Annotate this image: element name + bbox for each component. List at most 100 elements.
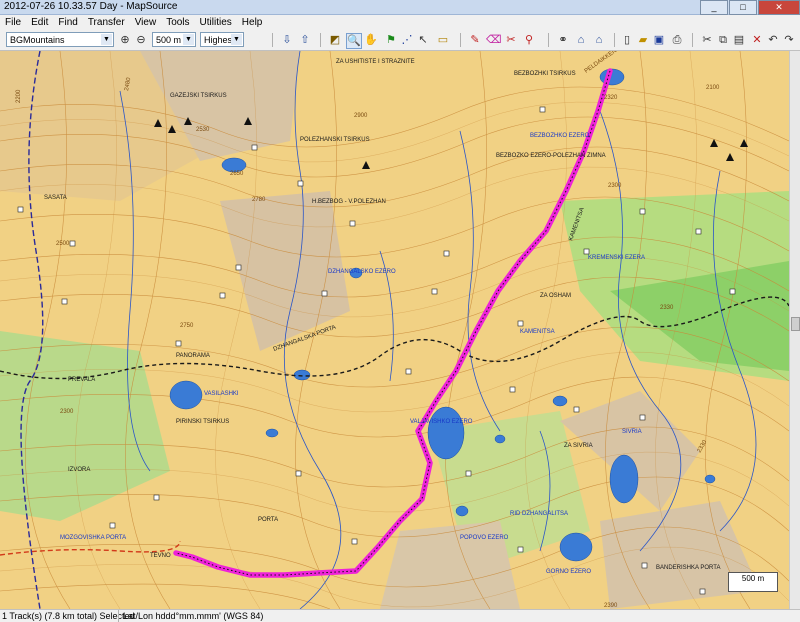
chevron-down-icon: ▼ — [231, 34, 242, 45]
zoom-select-value: 500 m — [156, 35, 182, 45]
place-label: BANDERISHKA PORTA — [656, 565, 720, 571]
toolbar-separator — [692, 33, 693, 47]
paste-icon[interactable]: ▤ — [732, 33, 746, 47]
spot-height: 2780 — [252, 197, 266, 203]
menu-help[interactable]: Help — [237, 15, 268, 30]
map-scrollbar[interactable] — [789, 51, 800, 609]
toolbar-separator — [460, 33, 461, 47]
title-bar: 2012-07-26 10.33.57 Day - MapSource _ □ … — [0, 0, 800, 15]
menu-utilities[interactable]: Utilities — [195, 15, 237, 30]
spot-height: 2320 — [604, 95, 618, 101]
undo-icon[interactable]: ↶ — [766, 33, 780, 47]
menu-edit[interactable]: Edit — [26, 15, 53, 30]
zoom-out-icon[interactable]: ⊖ — [134, 33, 148, 47]
selection-tool-icon[interactable]: ↖ — [416, 33, 430, 47]
detail-select-value: Highest — [204, 35, 235, 45]
place-label: TEVNO — [150, 553, 171, 559]
find-nearest-icon[interactable]: ⌂ — [574, 33, 588, 47]
route-divide-icon[interactable]: ✂ — [504, 33, 518, 47]
topo-map: 2320 2100 2530 2650 2780 2300 2500 2300 … — [0, 51, 789, 609]
place-label: BEZBOZKO EZERO-POLEZHAN ZIMNA — [496, 153, 606, 159]
toolbar: BGMountains ▼ ⊕ ⊖ 500 m ▼ Highest ▼ ⇩ ⇧ … — [0, 30, 800, 51]
zoom-select[interactable]: 500 m ▼ — [152, 32, 196, 47]
place-label: PIRINSKI TSIRKUS — [176, 419, 229, 425]
peak-label: 2900 — [354, 113, 368, 119]
place-label: ZA USHITISTE I STRAZNITE — [336, 59, 415, 65]
window-controls: _ □ ✕ — [699, 0, 800, 15]
hand-tool-icon[interactable]: ✋ — [364, 33, 378, 47]
map-tool-icon[interactable]: ◩ — [328, 33, 342, 47]
place-label: PORTA — [258, 517, 278, 523]
detail-select[interactable]: Highest ▼ — [200, 32, 244, 47]
zoom-tool-icon[interactable]: 🔍 — [346, 33, 362, 49]
spot-height: 2300 — [60, 409, 74, 415]
track-draw-icon[interactable]: ✎ — [468, 33, 482, 47]
lake-label: POPOVO EZERO — [460, 535, 509, 541]
lake-label: KAMENITSA — [520, 329, 555, 335]
spot-height: 2100 — [706, 85, 720, 91]
place-label: ZA OSHAM — [540, 293, 571, 299]
lake-label: RID DZHANGALITSA — [510, 511, 568, 517]
menu-tools[interactable]: Tools — [161, 15, 194, 30]
eraser-icon[interactable]: ⌫ — [486, 33, 502, 47]
menu-find[interactable]: Find — [53, 15, 82, 30]
product-select[interactable]: BGMountains ▼ — [6, 32, 114, 47]
spot-height: 2330 — [660, 305, 674, 311]
lake-label: VASILASHKI — [204, 391, 239, 397]
find-icon[interactable]: ⚭ — [556, 33, 570, 47]
toolbar-separator — [272, 33, 273, 47]
distance-tool-icon[interactable]: ▭ — [436, 33, 450, 47]
copy-icon[interactable]: ⧉ — [716, 33, 730, 47]
scrollbar-thumb[interactable] — [791, 317, 800, 331]
place-label: PREVALA — [68, 377, 95, 383]
redo-icon[interactable]: ↷ — [782, 33, 796, 47]
spot-height: 2300 — [608, 183, 622, 189]
selection-status: 1 Track(s) (7.8 km total) Selected — [2, 611, 135, 621]
new-file-icon[interactable]: ▯ — [620, 33, 634, 47]
lake-label: GORNO EZERO — [546, 569, 591, 575]
peak-label: 2200 — [16, 89, 22, 103]
menu-file[interactable]: File — [0, 15, 26, 30]
send-to-device-icon[interactable]: ⇧ — [298, 33, 312, 47]
lake-label: VALJAVISHKO EZERO — [410, 419, 473, 425]
zoom-in-icon[interactable]: ⊕ — [118, 33, 132, 47]
toolbar-separator — [320, 33, 321, 47]
route-tool-icon[interactable]: ⋰ — [400, 33, 414, 47]
lake-label: SIVRIA — [622, 429, 642, 435]
spot-height: 2530 — [196, 127, 210, 133]
place-label: GAZEJSKI TSIRKUS — [170, 93, 227, 99]
print-icon[interactable]: ⎙ — [670, 33, 684, 47]
receive-from-device-icon[interactable]: ⇩ — [280, 33, 294, 47]
delete-icon[interactable]: ✕ — [750, 33, 764, 47]
place-label: PANORAMA — [176, 353, 210, 359]
product-select-value: BGMountains — [10, 35, 65, 45]
minimize-button[interactable]: _ — [700, 0, 728, 15]
save-icon[interactable]: ▣ — [652, 33, 666, 47]
lake-label: BEZBOZHKO EZERO — [530, 133, 590, 139]
lake-label: DZHANGALSKO EZERO — [328, 269, 396, 275]
open-folder-icon[interactable]: ▰ — [636, 33, 650, 47]
status-bar: 1 Track(s) (7.8 km total) Selected Lat/L… — [0, 609, 800, 622]
place-label: IZVORA — [68, 467, 90, 473]
lake-label: MOZGOVISHKA PORTA — [60, 535, 126, 541]
scale-bar: 500 m — [728, 572, 778, 592]
maximize-button[interactable]: □ — [729, 0, 757, 15]
map-canvas[interactable]: 2320 2100 2530 2650 2780 2300 2500 2300 … — [0, 51, 789, 609]
place-label: BEZBOZHKI TSIRKUS — [514, 71, 576, 77]
menu-transfer[interactable]: Transfer — [83, 15, 130, 30]
place-label: ZA SIVRIA — [564, 443, 593, 449]
find-place-icon[interactable]: ⌂ — [592, 33, 606, 47]
track-join-icon[interactable]: ⚲ — [522, 33, 536, 47]
spot-height: 2500 — [56, 241, 70, 247]
menu-view[interactable]: View — [130, 15, 162, 30]
toolbar-separator — [548, 33, 549, 47]
toolbar-separator — [614, 33, 615, 47]
place-label: POLEZHANSKI TSIRKUS — [300, 137, 370, 143]
spot-height: 2650 — [230, 171, 244, 177]
close-button[interactable]: ✕ — [758, 0, 800, 15]
chevron-down-icon: ▼ — [101, 34, 112, 45]
window-title: 2012-07-26 10.33.57 Day - MapSource — [4, 1, 178, 12]
cut-icon[interactable]: ✂ — [700, 33, 714, 47]
waypoint-tool-icon[interactable]: ⚑ — [384, 33, 398, 47]
menu-bar: File Edit Find Transfer View Tools Utili… — [0, 15, 800, 30]
